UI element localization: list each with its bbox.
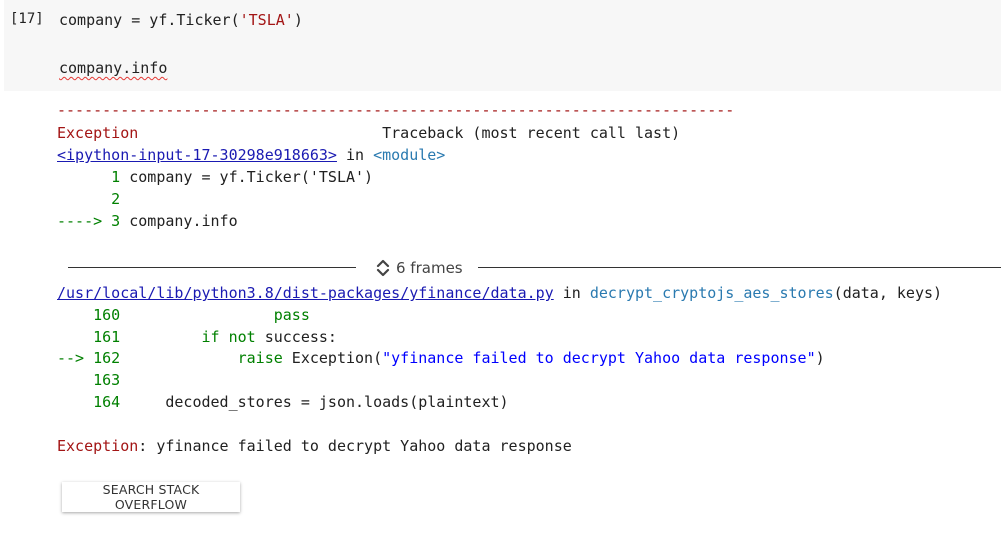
search-stack-overflow-button[interactable]: SEARCH STACK OVERFLOW (62, 482, 240, 512)
frames-divider-left (68, 267, 356, 268)
frames-count: 6 frames (396, 259, 463, 277)
code-cell[interactable]: [17] company = yf.Ticker('TSLA') company… (4, 0, 1001, 91)
frames-divider-right (478, 267, 1001, 268)
traceback-location-1: <ipython-input-17-30298e918663> in <modu… (57, 146, 446, 164)
file-path-link[interactable]: /usr/local/lib/python3.8/dist-packages/y… (57, 284, 554, 302)
collapsed-frames-toggle[interactable]: 6 frames (68, 257, 1001, 279)
function-args: (data, keys) (833, 284, 943, 302)
traceback-separator: ----------------------------------------… (57, 101, 735, 119)
module-name: <module> (373, 146, 446, 164)
code-with-lint-warning: company.info (59, 59, 168, 77)
ipython-input-link[interactable]: <ipython-input-17-30298e918663> (57, 146, 337, 164)
final-exception-message: : yfinance failed to decrypt Yahoo data … (138, 437, 572, 455)
traceback-line: 161 if not success: (57, 328, 337, 346)
traceback-line: 2 (57, 190, 130, 208)
traceback-line: 163 (57, 371, 130, 389)
frames-label[interactable]: 6 frames (376, 257, 463, 279)
traceback-location-2: /usr/local/lib/python3.8/dist-packages/y… (57, 284, 943, 302)
traceback-line: 1 company = yf.Ticker('TSLA') (57, 168, 374, 186)
function-name: decrypt_cryptojs_aes_stores (589, 284, 834, 302)
traceback-header-line: Exception Traceback (most recent call la… (57, 122, 680, 144)
traceback-header: Traceback (most recent call last) (382, 124, 681, 142)
code-line-1[interactable]: company = yf.Ticker('TSLA') (59, 11, 303, 29)
traceback-line: 160 pass (57, 306, 310, 324)
unfold-chevrons-icon (376, 259, 390, 277)
traceback-line: 164 decoded_stores = json.loads(plaintex… (57, 393, 509, 411)
traceback-line-current: --> 162 raise Exception("yfinance failed… (57, 349, 825, 367)
final-exception-name: Exception (57, 437, 139, 455)
code-line-2[interactable]: company.info (59, 59, 167, 77)
exception-message-line: Exception: yfinance failed to decrypt Ya… (57, 435, 572, 457)
exception-name: Exception (57, 124, 139, 142)
execution-count: [17] (10, 11, 44, 27)
traceback-line-current: ----> 3 company.info (57, 212, 238, 230)
